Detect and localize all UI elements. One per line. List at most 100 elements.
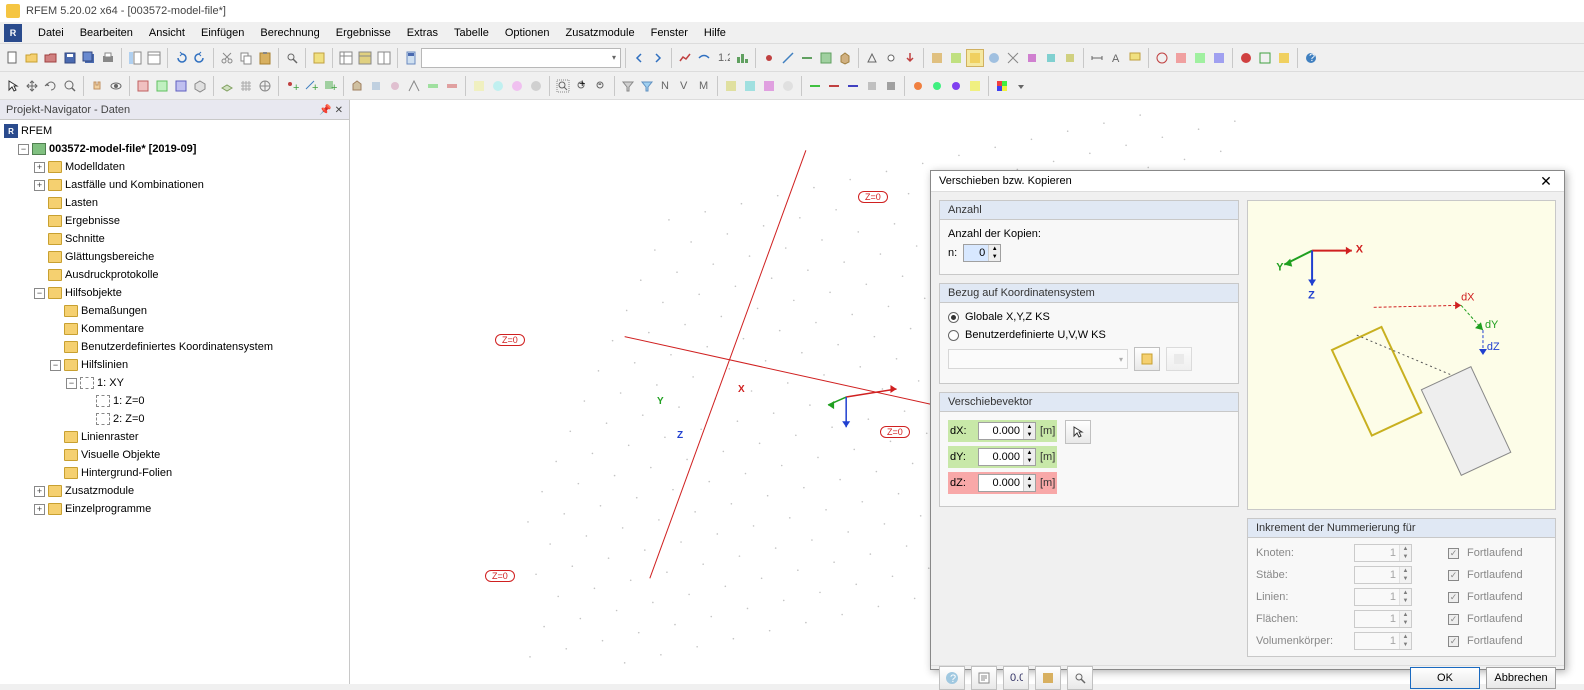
tb-misc2-icon[interactable] [947, 49, 965, 67]
tb-render-icon[interactable] [1237, 49, 1255, 67]
tb2-orbit-icon[interactable] [107, 77, 125, 95]
menu-zusatzmodule[interactable]: Zusatzmodule [558, 25, 643, 41]
tb-dim-icon[interactable] [1088, 49, 1106, 67]
spin-up-icon[interactable]: ▲ [989, 245, 1000, 253]
menu-hilfe[interactable]: Hilfe [696, 25, 734, 41]
tb-undo-icon[interactable] [172, 49, 190, 67]
tb2-g6-icon[interactable] [443, 77, 461, 95]
help-button[interactable]: ? [939, 666, 965, 690]
tb2-grid-icon[interactable] [237, 77, 255, 95]
tb2-select-icon[interactable] [4, 77, 22, 95]
tree-z0-2[interactable]: 2: Z=0 [0, 410, 349, 428]
tb-table3-icon[interactable] [375, 49, 393, 67]
tb2-zoomall-icon[interactable] [554, 77, 572, 95]
tb-text-icon[interactable]: A [1107, 49, 1125, 67]
menu-optionen[interactable]: Optionen [497, 25, 558, 41]
menu-berechnung[interactable]: Berechnung [252, 25, 327, 41]
tb-wireframe-icon[interactable] [1256, 49, 1274, 67]
tb2-g4-icon[interactable] [405, 77, 423, 95]
details-button[interactable] [971, 666, 997, 690]
menu-datei[interactable]: Datei [30, 25, 72, 41]
dialog-titlebar[interactable]: Verschieben bzw. Kopieren ✕ [931, 171, 1564, 192]
tb2-g3-icon[interactable] [386, 77, 404, 95]
tb2-zoomin-icon[interactable]: + [573, 77, 591, 95]
tree-xy[interactable]: −1: XY [0, 374, 349, 392]
dx-input[interactable] [979, 423, 1023, 439]
tb-misc12-icon[interactable] [1210, 49, 1228, 67]
tb-prev-icon[interactable] [630, 49, 648, 67]
pick-vector-button[interactable] [1065, 420, 1091, 444]
spin-up-icon[interactable]: ▲ [1024, 475, 1035, 483]
navigator-pin-icon[interactable]: 📌 [319, 105, 331, 116]
tb2-misc5-icon[interactable] [882, 77, 900, 95]
tree-toggle-icon[interactable]: + [34, 486, 45, 497]
spin-down-icon[interactable]: ▼ [989, 253, 1000, 261]
dy-spinner[interactable]: ▲▼ [978, 448, 1036, 466]
tb-shading-icon[interactable] [1275, 49, 1293, 67]
spin-down-icon[interactable]: ▼ [1024, 483, 1035, 491]
tb2-vis1-icon[interactable] [722, 77, 740, 95]
tree-benutzer-ks[interactable]: Benutzerdefiniertes Koordinatensystem [0, 338, 349, 356]
tb-node-icon[interactable] [760, 49, 778, 67]
tree-visuelle[interactable]: Visuelle Objekte [0, 446, 349, 464]
tb2-vis3-icon[interactable] [760, 77, 778, 95]
tb-find-icon[interactable] [283, 49, 301, 67]
tb-saveall-icon[interactable] [80, 49, 98, 67]
tb-hinge-icon[interactable] [882, 49, 900, 67]
tb2-g9-icon[interactable] [508, 77, 526, 95]
tb2-misc9-icon[interactable] [966, 77, 984, 95]
cancel-button[interactable]: Abbrechen [1486, 667, 1556, 689]
tb-misc11-icon[interactable] [1191, 49, 1209, 67]
tb-comment-icon[interactable] [1126, 49, 1144, 67]
tb2-color-icon[interactable] [993, 77, 1011, 95]
tb-support-icon[interactable] [863, 49, 881, 67]
ok-button[interactable]: OK [1410, 667, 1480, 689]
tb-paste-icon[interactable] [256, 49, 274, 67]
tree-lastfaelle[interactable]: +Lastfälle und Kombinationen [0, 176, 349, 194]
spin-up-icon[interactable]: ▲ [1024, 423, 1035, 431]
tb2-newline-icon[interactable]: + [302, 77, 320, 95]
tree-zusatzmodule[interactable]: +Zusatzmodule [0, 482, 349, 500]
menu-bearbeiten[interactable]: Bearbeiten [72, 25, 141, 41]
tree-linienraster[interactable]: Linienraster [0, 428, 349, 446]
menu-ansicht[interactable]: Ansicht [141, 25, 193, 41]
navigator-close-icon[interactable]: ✕ [335, 105, 343, 116]
tb-misc4-icon[interactable] [985, 49, 1003, 67]
tb2-g10-icon[interactable] [527, 77, 545, 95]
tree-kommentare[interactable]: Kommentare [0, 320, 349, 338]
tb-surface-icon[interactable] [817, 49, 835, 67]
tb2-dropdown-icon[interactable] [1012, 77, 1030, 95]
tb2-pan-icon[interactable] [88, 77, 106, 95]
tree-toggle-icon[interactable]: − [50, 360, 61, 371]
tb-misc7-icon[interactable] [1042, 49, 1060, 67]
tb2-g1-icon[interactable] [348, 77, 366, 95]
tb-misc1-icon[interactable] [928, 49, 946, 67]
tb2-zoomout-icon[interactable]: - [592, 77, 610, 95]
menu-extras[interactable]: Extras [399, 25, 446, 41]
tb-loadcase-combo[interactable] [421, 48, 621, 68]
dz-spinner[interactable]: ▲▼ [978, 474, 1036, 492]
tb2-newnode-icon[interactable]: + [283, 77, 301, 95]
tb-close-icon[interactable] [42, 49, 60, 67]
tree-toggle-icon[interactable]: − [66, 378, 77, 389]
n-spinner[interactable]: ▲▼ [963, 244, 1001, 262]
tb2-misc1-icon[interactable] [806, 77, 824, 95]
tb-misc5-icon[interactable] [1004, 49, 1022, 67]
tb2-vis2-icon[interactable] [741, 77, 759, 95]
tb2-viewx-icon[interactable] [134, 77, 152, 95]
tb-help-icon[interactable]: ? [1302, 49, 1320, 67]
tree-ausdruck[interactable]: Ausdruckprotokolle [0, 266, 349, 284]
tb-table2-icon[interactable] [356, 49, 374, 67]
tb-misc9-icon[interactable] [1153, 49, 1171, 67]
tb2-misc8-icon[interactable] [947, 77, 965, 95]
radio-user[interactable]: Benutzerdefinierte U,V,W KS [948, 329, 1230, 341]
tree-hilfslinien[interactable]: −Hilfslinien [0, 356, 349, 374]
tb2-move-icon[interactable] [23, 77, 41, 95]
tree-lasten[interactable]: Lasten [0, 194, 349, 212]
tb-deform-icon[interactable] [695, 49, 713, 67]
tree-toggle-icon[interactable]: + [34, 162, 45, 173]
tree-z0-1[interactable]: 1: Z=0 [0, 392, 349, 410]
zoom-button[interactable] [1067, 666, 1093, 690]
tb-diagram-icon[interactable] [733, 49, 751, 67]
dz-input[interactable] [979, 475, 1023, 491]
